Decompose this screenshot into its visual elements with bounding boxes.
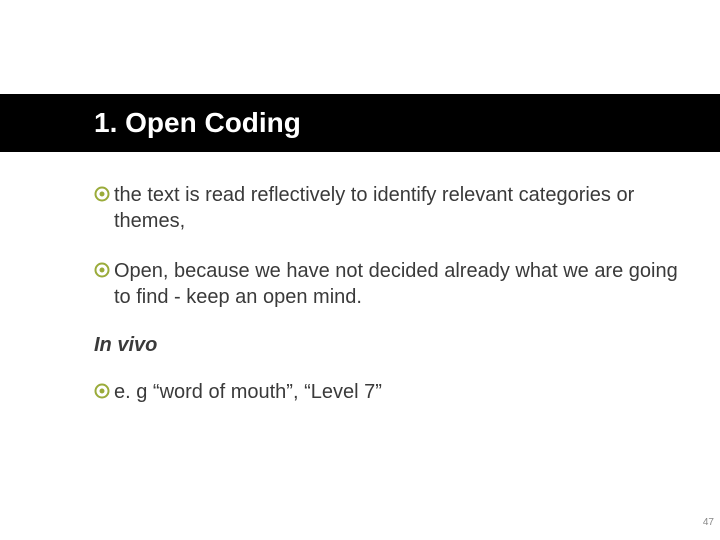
slide-title: 1. Open Coding [94, 107, 301, 139]
bullet-item: e. g “word of mouth”, “Level 7” [94, 379, 680, 405]
bullet-text: the text is read reflectively to identif… [114, 182, 680, 234]
slide: 1. Open Coding the text is read reflecti… [0, 0, 720, 540]
subheading-in-vivo: In vivo [94, 334, 680, 357]
target-bullet-icon [94, 186, 110, 202]
title-bar: 1. Open Coding [0, 94, 720, 152]
target-bullet-icon [94, 262, 110, 278]
bullet-item: the text is read reflectively to identif… [94, 182, 680, 234]
bullet-item: Open, because we have not decided alread… [94, 258, 680, 310]
bullet-text: Open, because we have not decided alread… [114, 258, 680, 310]
bullet-text: e. g “word of mouth”, “Level 7” [114, 379, 382, 405]
content-area: the text is read reflectively to identif… [94, 182, 680, 429]
page-number: 47 [703, 517, 714, 528]
target-bullet-icon [94, 383, 110, 399]
